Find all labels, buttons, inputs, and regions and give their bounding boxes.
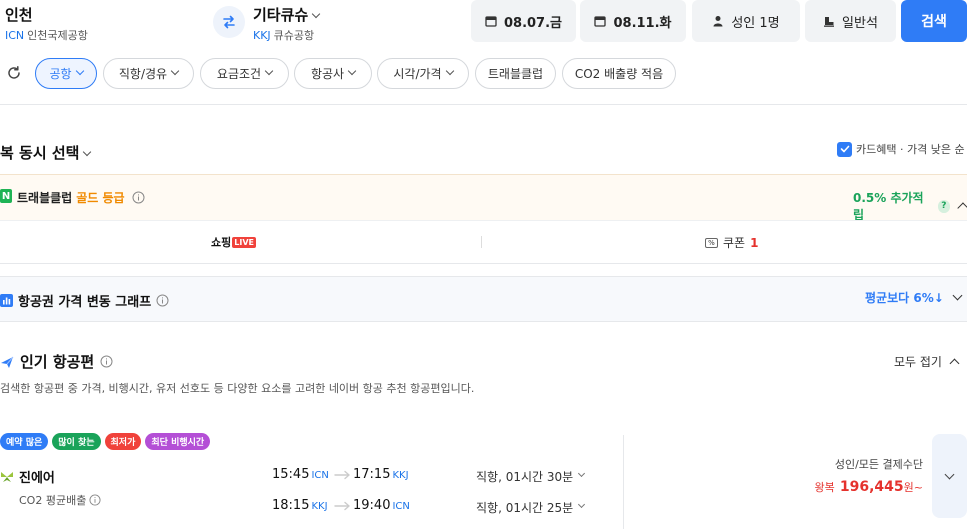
coupon-link[interactable]: % 쿠폰 1: [705, 234, 758, 251]
plane-arrow-icon: [334, 470, 350, 480]
travelclub-grade: 골드 등급: [76, 191, 125, 205]
chevron-down-icon: [944, 469, 955, 479]
chevron-down-icon: [578, 469, 586, 478]
travelclub-benefit: 0.5% 추가적립 ?: [853, 189, 967, 223]
divider: [623, 435, 624, 529]
chevron-down-icon: [75, 66, 84, 75]
travelclub-label: 트래블클럽 골드 등급: [17, 189, 145, 206]
filter-direct-transfer[interactable]: 직항/경유: [103, 58, 194, 89]
plane-arrow-icon: [334, 501, 350, 511]
depart-date-button[interactable]: 08.07.금: [471, 0, 576, 42]
live-badge: LIVE: [232, 236, 256, 248]
divider: [481, 236, 482, 248]
travelclub-banner[interactable]: [0, 174, 967, 220]
jinair-logo-icon: [1, 472, 13, 482]
price-note: 성인/모든 결제수단: [834, 458, 923, 471]
airplane-icon: [1, 356, 14, 368]
tag-most-searched: 많이 찾는: [52, 433, 101, 450]
filter-airline[interactable]: 항공사: [294, 58, 372, 89]
info-icon[interactable]: [156, 294, 169, 307]
price-compare: 평균보다 6%↓: [865, 289, 963, 306]
coupon-icon: %: [705, 237, 718, 248]
person-icon: [713, 16, 723, 27]
tag-most-booked: 예약 많은: [0, 433, 49, 450]
info-icon[interactable]: [100, 355, 113, 368]
expand-flight-button[interactable]: [932, 434, 967, 518]
origin-selector[interactable]: 인천 ICN 인천국제공항: [5, 4, 88, 43]
search-button[interactable]: 검색: [901, 0, 967, 42]
divider: [0, 104, 967, 105]
swap-route-button[interactable]: [213, 6, 245, 38]
popular-flights-title: 인기 항공편: [0, 351, 113, 372]
calendar-icon: [485, 16, 497, 27]
sort-option[interactable]: 카드혜택 · 가격 낮은 순: [837, 141, 965, 157]
card-benefit-checkbox[interactable]: [837, 141, 852, 157]
info-icon[interactable]: [89, 494, 101, 506]
check-icon: [840, 145, 849, 153]
price-graph-title: 항공권 가격 변동 그래프: [0, 291, 169, 310]
help-icon[interactable]: ?: [937, 199, 951, 213]
swap-icon: [223, 15, 235, 29]
sort-label: 카드혜택 · 가격 낮은 순: [856, 143, 965, 156]
filter-time-price[interactable]: 시각/가격: [377, 58, 469, 89]
chevron-down-icon: [264, 66, 274, 75]
filter-airport[interactable]: 공항: [35, 58, 97, 89]
inbound-arrival: 19:40 ICN: [353, 498, 410, 513]
passengers-button[interactable]: 성인 1명: [692, 0, 800, 42]
chevron-down-icon: [311, 9, 321, 19]
benefit-row: [0, 220, 967, 264]
destination-airport: KKJ 큐슈공항: [253, 29, 315, 42]
destination-selector[interactable]: 기타큐슈 KKJ 큐슈공항: [253, 4, 321, 43]
destination-city: 기타큐슈: [253, 4, 321, 25]
outbound-arrival: 17:15 KKJ: [353, 467, 409, 482]
roundtrip-select-dropdown[interactable]: 복 동시 선택: [0, 142, 92, 163]
reset-filters-button[interactable]: [0, 59, 28, 87]
chevron-up-icon: [949, 358, 960, 369]
chevron-down-icon[interactable]: [952, 290, 963, 301]
coupon-count: 1: [750, 235, 759, 250]
filter-travelclub[interactable]: 트래블클럽: [475, 58, 556, 89]
origin-airport: ICN 인천국제공항: [5, 29, 88, 42]
flight-price: 왕복 196,445원~: [814, 479, 923, 495]
shopping-live-link[interactable]: 쇼핑 LIVE: [211, 234, 256, 250]
popular-description: 검색한 항공편 중 가격, 비행시간, 유저 선호도 등 다양한 요소를 고려한…: [0, 382, 475, 395]
chevron-down-icon: [578, 500, 586, 509]
bar-chart-icon: [0, 294, 13, 307]
outbound-info[interactable]: 직항, 01시간 30분: [476, 468, 586, 485]
calendar-icon: [594, 16, 607, 27]
filter-low-co2[interactable]: CO2 배출량 적음: [562, 58, 676, 89]
tag-lowest-price: 최저가: [104, 433, 142, 450]
seat-class-button[interactable]: 일반석: [805, 0, 896, 42]
naver-logo-icon: N: [0, 189, 12, 203]
co2-emission: CO2 평균배출: [19, 492, 101, 508]
collapse-all-button[interactable]: 모두 접기: [894, 353, 960, 370]
airline-name: 진에어: [0, 467, 55, 486]
chevron-down-icon: [83, 147, 92, 157]
info-icon[interactable]: [132, 191, 145, 204]
inbound-departure: 18:15 KKJ: [272, 498, 328, 513]
chevron-down-icon: [170, 66, 180, 75]
tag-shortest-time: 최단 비행시간: [145, 433, 211, 450]
inbound-info[interactable]: 직항, 01시간 25분: [476, 499, 586, 516]
flight-tags: 예약 많은 많이 찾는 최저가 최단 비행시간: [0, 433, 211, 450]
return-date-button[interactable]: 08.11.화: [580, 0, 686, 42]
outbound-departure: 15:45 ICN: [272, 467, 329, 482]
chevron-down-icon: [347, 66, 357, 75]
chevron-down-icon: [445, 66, 454, 75]
chevron-up-icon[interactable]: [957, 202, 967, 214]
seat-icon: [824, 17, 835, 27]
refresh-icon: [8, 66, 20, 79]
filter-fare-conditions[interactable]: 요금조건: [200, 58, 289, 89]
origin-city: 인천: [5, 6, 33, 24]
